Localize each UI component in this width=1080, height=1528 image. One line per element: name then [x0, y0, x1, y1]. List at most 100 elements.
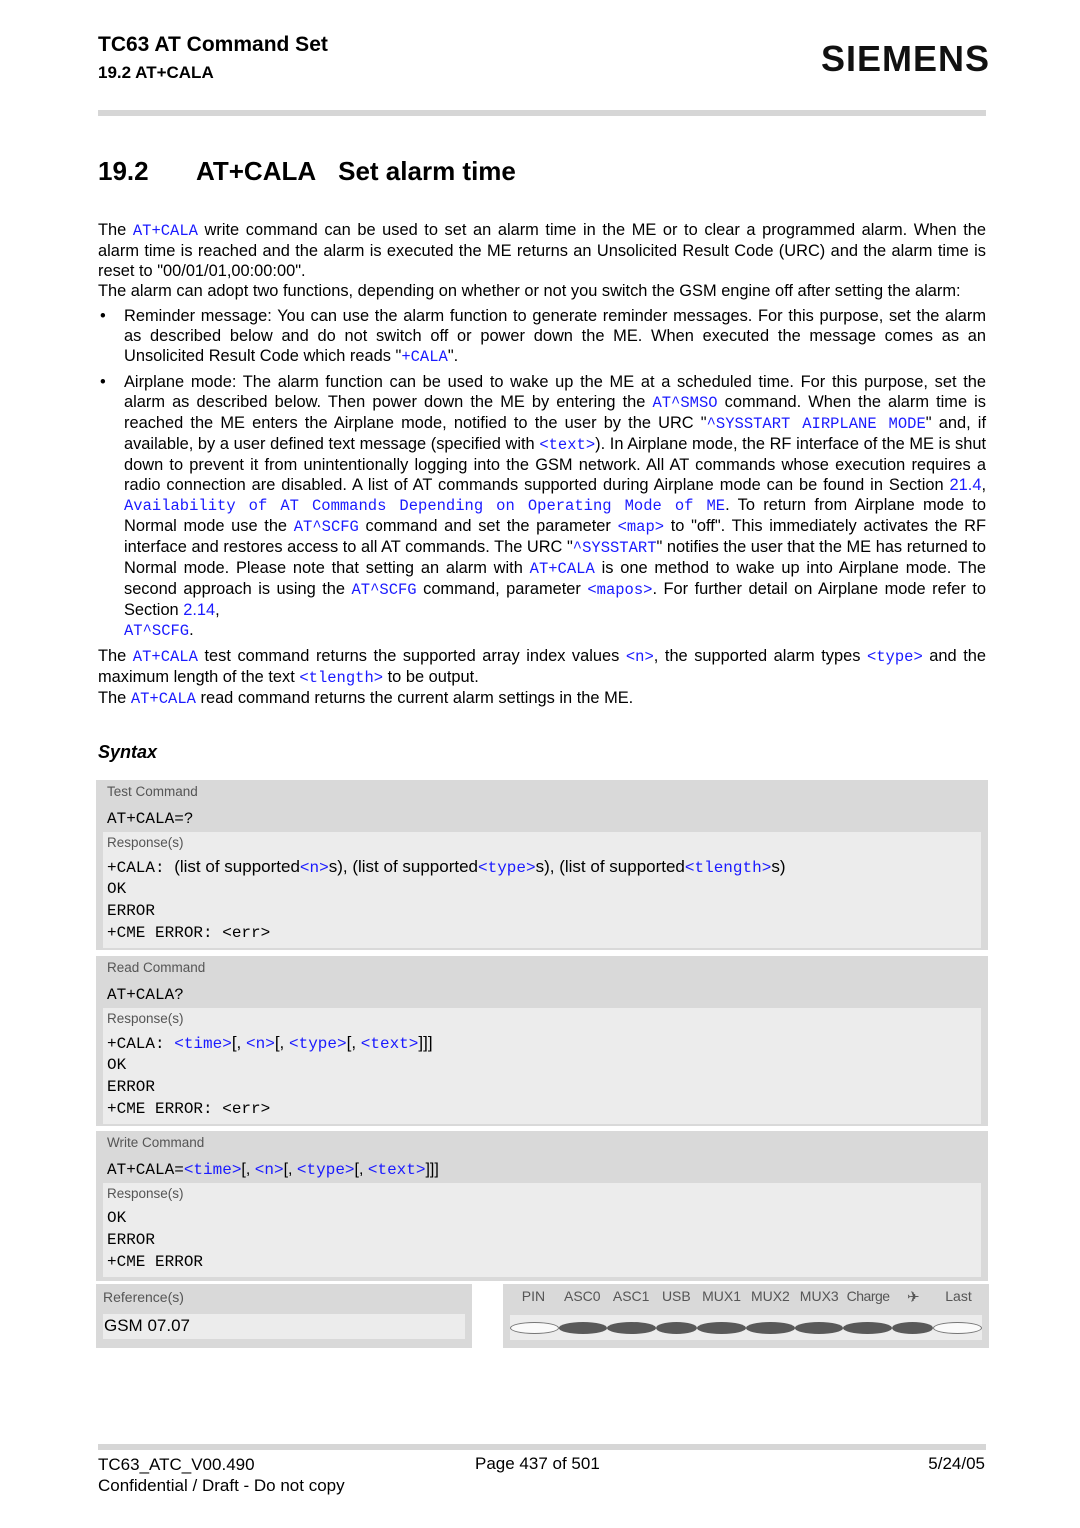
test-command-syntax: AT+CALA=? [107, 810, 194, 828]
link-sysstart-airplane[interactable]: ^SYSSTART AIRPLANE MODE [707, 415, 926, 433]
unsupported-dot-icon [510, 1321, 559, 1334]
port-cell-asc1 [607, 1321, 656, 1334]
link-at-smso[interactable]: AT^SMSO [652, 394, 717, 412]
test-command-label: Test Command [107, 784, 198, 799]
text: ]]] [425, 1161, 439, 1178]
supported-dot-icon [655, 1321, 698, 1334]
link-param-type[interactable]: <type> [297, 1161, 355, 1179]
link-at-scfg[interactable]: AT^SCFG [294, 518, 359, 536]
link-section-2-14[interactable]: 2.14 [183, 601, 215, 619]
text: +CALA: [107, 1035, 175, 1053]
write-command-syntax: AT+CALA=<time>[, <n>[, <type>[, <text>]]… [96, 1155, 988, 1183]
link-sysstart[interactable]: ^SYSSTART [573, 539, 657, 557]
read-command-label: Read Command [107, 960, 206, 975]
link-param-mapos[interactable]: <mapos> [587, 581, 652, 599]
port-cell-last [933, 1321, 982, 1334]
link-param-n[interactable]: <n> [300, 859, 329, 877]
link-param-map[interactable]: <map> [618, 518, 665, 536]
link-cala-urc[interactable]: +CALA [401, 348, 448, 366]
supported-dot-icon [794, 1321, 844, 1334]
footer-page-number: Page 437 of 501 [475, 1454, 600, 1473]
unsupported-dot-icon [933, 1321, 982, 1334]
section-number: 19.2 [98, 156, 149, 186]
link-at-scfg[interactable]: AT^SCFG [352, 581, 417, 599]
port-header-charge: Charge [846, 1288, 890, 1304]
link-param-text[interactable]: <text> [539, 436, 595, 454]
supported-dot-icon [607, 1321, 656, 1334]
text: The [98, 647, 133, 665]
link-at-cala[interactable]: AT+CALA [133, 222, 198, 240]
port-header-mux2: MUX2 [750, 1288, 790, 1304]
text: (list of supported [174, 857, 300, 876]
port-cell-airplane [891, 1321, 934, 1334]
link-param-type[interactable]: <type> [867, 648, 923, 666]
header-divider [98, 110, 986, 116]
text: The [98, 689, 131, 707]
port-header-mux3: MUX3 [799, 1288, 839, 1304]
references-label: Reference(s) [103, 1289, 184, 1305]
port-availability-table: PIN ASC0 ASC1 USB MUX1 MUX2 MUX3 Charge … [503, 1284, 989, 1348]
link-at-cala[interactable]: AT+CALA [530, 560, 595, 578]
text: ]]] [418, 1033, 433, 1052]
port-header-usb: USB [661, 1288, 691, 1304]
airplane-icon: ✈ [907, 1289, 920, 1306]
write-response-area: Response(s) OK ERROR +CME ERROR [103, 1183, 981, 1277]
link-param-text[interactable]: <text> [361, 1035, 419, 1053]
link-param-n[interactable]: <n> [626, 648, 654, 666]
port-cell-mux1 [697, 1321, 746, 1334]
text: read command returns the current alarm s… [195, 689, 634, 707]
write-command-block: Write Command AT+CALA=<time>[, <n>[, <ty… [96, 1131, 988, 1281]
port-cell-mux3 [794, 1321, 844, 1334]
text: command, parameter [416, 580, 588, 598]
supported-dot-icon [558, 1321, 608, 1334]
link-param-type[interactable]: <type> [289, 1035, 347, 1053]
text: [, [274, 1033, 289, 1052]
link-at-scfg[interactable]: AT^SCFG [124, 622, 189, 640]
read-command-block: Read Command AT+CALA? Response(s) +CALA:… [96, 956, 988, 1126]
link-param-tlength[interactable]: <tlength> [299, 669, 383, 687]
link-param-type[interactable]: <type> [478, 859, 536, 877]
siemens-logo: SIEMENS [820, 38, 990, 79]
text: to be output. [383, 668, 479, 686]
link-param-tlength[interactable]: <tlength> [685, 859, 771, 877]
link-param-n[interactable]: <n> [246, 1035, 275, 1053]
text: , [981, 476, 986, 494]
link-param-time[interactable]: <time> [184, 1161, 242, 1179]
footer-confidential: Confidential / Draft - Do not copy [98, 1476, 345, 1495]
response-label: Response(s) [107, 1186, 184, 1201]
link-param-time[interactable]: <time> [174, 1035, 232, 1053]
supported-dot-icon [843, 1321, 892, 1334]
section-title: Set alarm time [338, 156, 516, 186]
port-cell-usb [655, 1321, 698, 1334]
read-command-paragraph: The AT+CALA read command returns the cur… [98, 688, 986, 709]
response-error: ERROR [107, 902, 156, 920]
text: [, [283, 1161, 297, 1178]
text: test command returns the supported array… [197, 647, 626, 665]
port-header-last: Last [945, 1288, 972, 1304]
text: [, [354, 1161, 368, 1178]
test-response-line: +CALA: (list of supported<n>s), (list of… [107, 856, 981, 878]
intro-paragraph: The AT+CALA write command can be used to… [98, 220, 986, 281]
response-error: ERROR [107, 1231, 156, 1249]
text: , the supported alarm types [653, 647, 867, 665]
text: , [215, 601, 220, 619]
link-at-cala[interactable]: AT+CALA [133, 648, 198, 666]
supported-dot-icon [745, 1321, 795, 1334]
port-support-row [510, 1315, 982, 1340]
link-section-21-4[interactable]: 21.4 [950, 476, 982, 494]
text: [, [231, 1033, 246, 1052]
port-header-asc0: ASC0 [564, 1288, 601, 1304]
link-availability[interactable]: Availability of AT Commands Depending on… [124, 497, 725, 515]
link-param-n[interactable]: <n> [255, 1161, 284, 1179]
response-label: Response(s) [107, 1011, 184, 1026]
text: ". [447, 347, 459, 365]
link-param-text[interactable]: <text> [368, 1161, 426, 1179]
response-error: ERROR [107, 1078, 156, 1096]
link-at-cala[interactable]: AT+CALA [131, 690, 196, 708]
text: s), (list of supported [328, 857, 478, 876]
bullet-list: Reminder message: You can use the alarm … [98, 306, 986, 641]
text: write command can be used to set an alar… [98, 221, 986, 280]
body-text: The AT+CALA write command can be used to… [98, 220, 986, 709]
response-ok: OK [107, 880, 127, 898]
response-label: Response(s) [107, 835, 184, 850]
